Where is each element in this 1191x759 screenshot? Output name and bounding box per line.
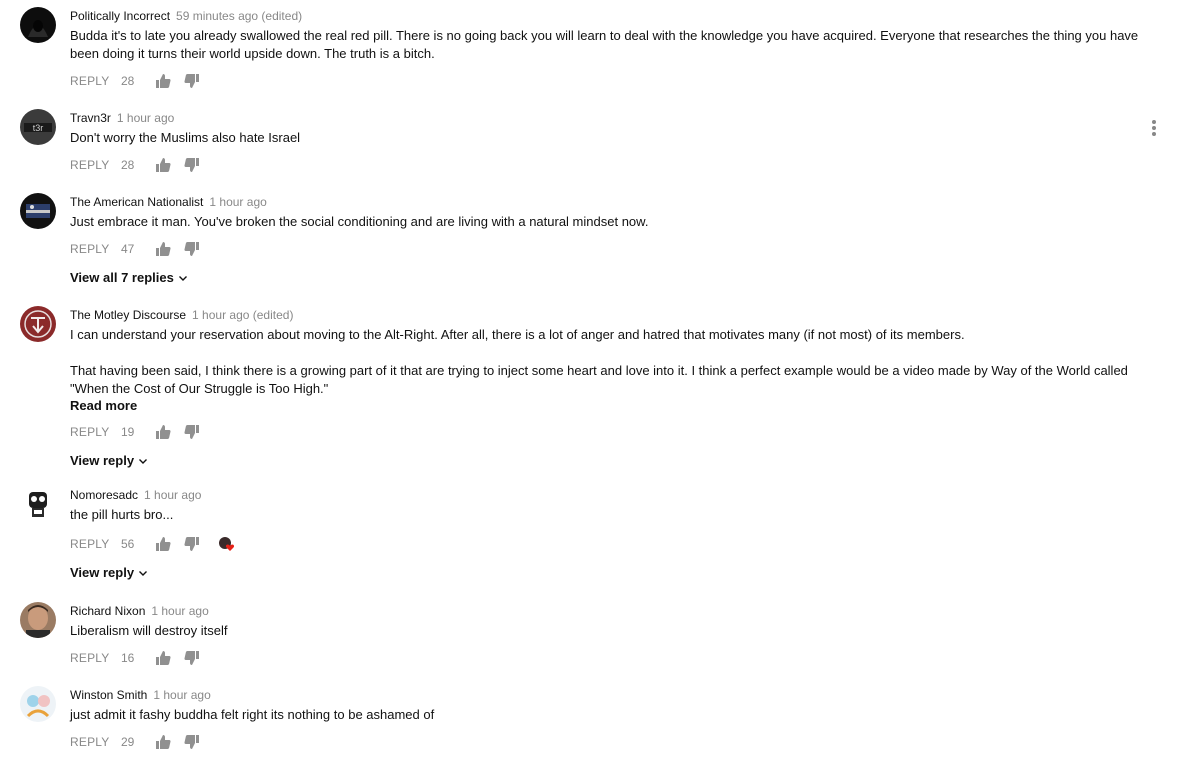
author-name[interactable]: The Motley Discourse xyxy=(70,308,186,322)
thumb-down-icon[interactable] xyxy=(184,157,200,173)
like-count: 29 xyxy=(121,735,135,749)
thumb-down-icon[interactable] xyxy=(184,734,200,750)
thumb-up-icon[interactable] xyxy=(155,157,171,173)
comment-header: Travn3r 1 hour ago xyxy=(70,109,1150,127)
comment-body: Richard Nixon 1 hour ago Liberalism will … xyxy=(70,602,1150,668)
avatar[interactable] xyxy=(20,193,56,229)
author-name[interactable]: The American Nationalist xyxy=(70,195,203,209)
thumb-up-icon[interactable] xyxy=(155,73,171,89)
comment-body: Winston Smith 1 hour ago just admit it fa… xyxy=(70,686,1150,752)
view-replies-button[interactable]: View all 7 replies xyxy=(70,269,188,287)
timestamp[interactable]: 59 minutes ago (edited) xyxy=(176,9,302,23)
author-name[interactable]: Politically Incorrect xyxy=(70,9,170,23)
view-replies-label: View reply xyxy=(70,453,135,468)
reply-button[interactable]: REPLY xyxy=(70,425,110,439)
comment-text: I can understand your reservation about … xyxy=(70,326,1140,398)
avatar[interactable] xyxy=(20,7,56,43)
chevron-down-icon xyxy=(139,571,148,576)
comment-paragraph: I can understand your reservation about … xyxy=(70,327,965,342)
comment-paragraph: Don't worry the Muslims also hate Israel xyxy=(70,130,301,145)
comment-header: The Motley Discourse 1 hour ago (edited) xyxy=(70,306,1150,324)
avatar[interactable] xyxy=(20,602,56,638)
svg-text:t3r: t3r xyxy=(33,123,44,133)
timestamp[interactable]: 1 hour ago (edited) xyxy=(192,308,293,322)
author-name[interactable]: Travn3r xyxy=(70,111,111,125)
avatar[interactable] xyxy=(20,306,56,342)
like-count: 28 xyxy=(121,158,135,172)
comment-header: Winston Smith 1 hour ago xyxy=(70,686,1150,704)
like-count: 47 xyxy=(121,242,135,256)
reply-button[interactable]: REPLY xyxy=(70,242,110,256)
author-name[interactable]: Winston Smith xyxy=(70,688,147,702)
timestamp[interactable]: 1 hour ago xyxy=(151,604,208,618)
comment-actions: REPLY 16 xyxy=(70,648,1150,668)
timestamp[interactable]: 1 hour ago xyxy=(144,488,201,502)
reply-button[interactable]: REPLY xyxy=(70,735,110,749)
thumb-up-icon[interactable] xyxy=(155,241,171,257)
avatar[interactable] xyxy=(20,486,56,522)
comment-text: the pill hurts bro... xyxy=(70,506,1140,524)
author-name[interactable]: Richard Nixon xyxy=(70,604,145,618)
comment-actions: REPLY 56 xyxy=(70,534,1150,554)
view-replies-label: View all 7 replies xyxy=(70,270,174,285)
comment-body: The Motley Discourse 1 hour ago (edited) … xyxy=(70,306,1150,470)
comment-paragraph: just admit it fashy buddha felt right it… xyxy=(70,707,435,722)
comment-paragraph: the pill hurts bro... xyxy=(70,507,174,522)
like-count: 19 xyxy=(121,425,135,439)
thumb-down-icon[interactable] xyxy=(184,424,200,440)
comment-header: Richard Nixon 1 hour ago xyxy=(70,602,1150,620)
comment-text: Budda it's to late you already swallowed… xyxy=(70,27,1140,63)
comment-actions: REPLY 19 xyxy=(70,422,1150,442)
comment-paragraph: Just embrace it man. You've broken the s… xyxy=(70,214,649,229)
chevron-down-icon xyxy=(139,459,148,464)
comment-body: Nomoresadc 1 hour ago the pill hurts bro.… xyxy=(70,486,1150,582)
like-count: 28 xyxy=(121,74,135,88)
thumb-down-icon[interactable] xyxy=(184,73,200,89)
avatar[interactable]: t3r xyxy=(20,109,56,145)
creator-heart-icon xyxy=(218,536,236,552)
reply-button[interactable]: REPLY xyxy=(70,651,110,665)
more-vert-icon[interactable] xyxy=(1148,119,1160,137)
timestamp[interactable]: 1 hour ago xyxy=(153,688,210,702)
comment-text: Don't worry the Muslims also hate Israel xyxy=(70,129,1140,147)
comment-paragraph: That having been said, I think there is … xyxy=(70,363,1128,396)
comment-header: Politically Incorrect 59 minutes ago (edi… xyxy=(70,7,1150,25)
view-replies-label: View reply xyxy=(70,565,135,580)
comment-body: Travn3r 1 hour ago Don't worry the Muslim… xyxy=(70,109,1150,175)
comment-header: The American Nationalist 1 hour ago xyxy=(70,193,1150,211)
view-replies-button[interactable]: View reply xyxy=(70,452,148,470)
reply-button[interactable]: REPLY xyxy=(70,537,110,551)
comment-text: just admit it fashy buddha felt right it… xyxy=(70,706,1140,724)
timestamp[interactable]: 1 hour ago xyxy=(209,195,266,209)
comment-text: Liberalism will destroy itself xyxy=(70,622,1140,640)
thumb-up-icon[interactable] xyxy=(155,536,171,552)
comment-header: Nomoresadc 1 hour ago xyxy=(70,486,1150,504)
thumb-down-icon[interactable] xyxy=(184,536,200,552)
author-name[interactable]: Nomoresadc xyxy=(70,488,138,502)
reply-button[interactable]: REPLY xyxy=(70,74,110,88)
comment-actions: REPLY 47 xyxy=(70,239,1150,259)
comment-actions: REPLY 28 xyxy=(70,71,1150,91)
comment-paragraph: Liberalism will destroy itself xyxy=(70,623,228,638)
comment-body: Politically Incorrect 59 minutes ago (edi… xyxy=(70,7,1150,91)
thumb-down-icon[interactable] xyxy=(184,650,200,666)
like-count: 56 xyxy=(121,537,135,551)
like-count: 16 xyxy=(121,651,135,665)
thumb-up-icon[interactable] xyxy=(155,650,171,666)
view-replies-button[interactable]: View reply xyxy=(70,564,148,582)
chevron-down-icon xyxy=(178,276,187,281)
comment-paragraph: Budda it's to late you already swallowed… xyxy=(70,28,1139,61)
comment-actions: REPLY 28 xyxy=(70,155,1150,175)
comment-text: Just embrace it man. You've broken the s… xyxy=(70,213,1140,231)
thumb-down-icon[interactable] xyxy=(184,241,200,257)
thumb-up-icon[interactable] xyxy=(155,734,171,750)
read-more-link[interactable]: Read more xyxy=(70,397,1150,415)
comment-actions: REPLY 29 xyxy=(70,732,1150,752)
reply-button[interactable]: REPLY xyxy=(70,158,110,172)
timestamp[interactable]: 1 hour ago xyxy=(117,111,174,125)
thumb-up-icon[interactable] xyxy=(155,424,171,440)
avatar[interactable] xyxy=(20,686,56,722)
comment-body: The American Nationalist 1 hour ago Just … xyxy=(70,193,1150,287)
